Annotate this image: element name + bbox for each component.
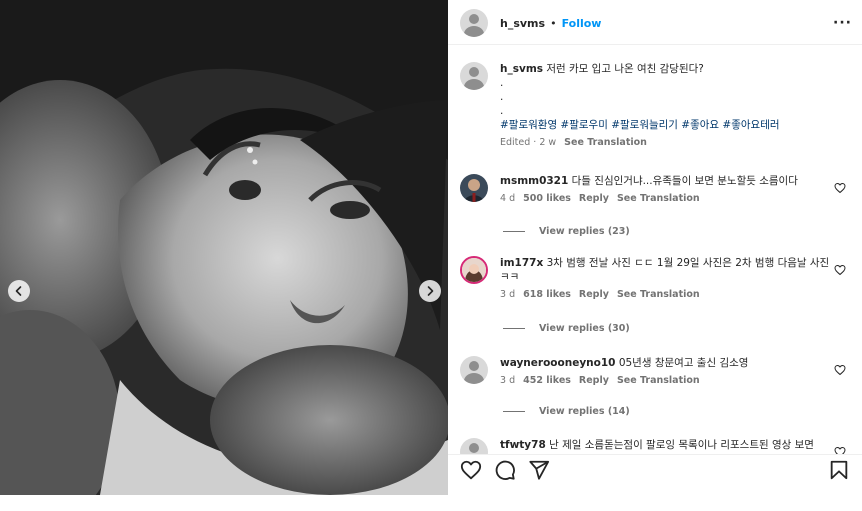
heart-icon[interactable] <box>834 364 846 376</box>
comment-text: 난 제일 소름돋는점이 팔로잉 목록이나 리포스트된 영상 보면 <box>549 439 814 451</box>
more-options-icon[interactable]: ··· <box>833 15 852 31</box>
post-photo[interactable] <box>0 0 448 495</box>
comment-username[interactable]: msmm0321 <box>500 175 568 187</box>
comment-avatar[interactable] <box>460 438 488 454</box>
view-replies-label: View replies (23) <box>539 226 630 237</box>
actions-divider <box>448 454 862 455</box>
comment-see-translation[interactable]: See Translation <box>617 192 700 206</box>
view-replies-button[interactable]: View replies (30) <box>503 323 630 334</box>
chevron-left-icon <box>15 286 22 296</box>
comment-icon[interactable] <box>494 459 516 481</box>
heart-icon[interactable] <box>834 182 846 194</box>
photo-image <box>0 0 448 495</box>
comment-time: 3 d <box>500 375 516 386</box>
view-replies-label: View replies (30) <box>539 323 630 334</box>
comment-see-translation[interactable]: See Translation <box>617 374 700 388</box>
caption-hashtags[interactable]: #팔로워환영 #팔로우미 #팔로워늘리기 #좋아요 #좋아요테러 <box>500 118 830 132</box>
caption-avatar[interactable] <box>460 62 488 90</box>
comment-username[interactable]: tfwty78 <box>500 439 546 451</box>
replies-line <box>503 231 525 232</box>
send-icon[interactable] <box>528 459 550 481</box>
comment-likes[interactable]: 500 likes <box>523 192 571 206</box>
heart-icon[interactable] <box>834 446 846 454</box>
comment-reply-button[interactable]: Reply <box>579 192 609 206</box>
comment-username[interactable]: wayneroooneyno10 <box>500 357 615 369</box>
follow-button[interactable]: Follow <box>562 17 602 30</box>
comment-item: tfwty78 난 제일 소름돋는점이 팔로잉 목록이나 리포스트된 영상 보면 <box>460 438 852 454</box>
header-separator: • <box>550 16 557 30</box>
comment-text: 3차 범행 전날 사진 ㄷㄷ 1월 29일 사진은 2차 범행 다음날 사진 ㅋ… <box>500 257 830 283</box>
comment-item: msmm0321 다들 진심인거냐...유족들이 보면 분노할듯 소름이다 4 … <box>460 174 852 206</box>
comment-time: 3 d <box>500 289 516 300</box>
comment-clip: tfwty78 난 제일 소름돋는점이 팔로잉 목록이나 리포스트된 영상 보면 <box>448 434 862 454</box>
comment-see-translation[interactable]: See Translation <box>617 288 700 302</box>
post-side-panel: h_svms • Follow ··· h_svms 저런 카모 입고 나온 여… <box>448 0 862 511</box>
heart-icon[interactable] <box>834 264 846 276</box>
comment-reply-button[interactable]: Reply <box>579 288 609 302</box>
comment-item: im177x 3차 범행 전날 사진 ㄷㄷ 1월 29일 사진은 2차 범행 다… <box>460 256 852 302</box>
author-avatar[interactable] <box>460 9 488 37</box>
comment-text: 05년생 창문여고 출신 김소영 <box>618 357 749 369</box>
carousel-next-button[interactable] <box>419 280 441 302</box>
author-username[interactable]: h_svms <box>500 17 545 30</box>
view-replies-label: View replies (14) <box>539 406 630 417</box>
comment-avatar[interactable] <box>460 174 488 202</box>
caption: h_svms 저런 카모 입고 나온 여친 감당된다? . . . #팔로워환영… <box>460 62 852 150</box>
caption-edited: Edited · 2 w <box>500 137 557 148</box>
caption-see-translation[interactable]: See Translation <box>564 136 647 150</box>
carousel-prev-button[interactable] <box>8 280 30 302</box>
comment-avatar[interactable] <box>460 256 488 284</box>
comment-username[interactable]: im177x <box>500 257 543 269</box>
post-header: h_svms • Follow ··· <box>460 8 852 38</box>
view-replies-button[interactable]: View replies (14) <box>503 406 630 417</box>
caption-username[interactable]: h_svms <box>500 63 543 75</box>
comment-text: 다들 진심인거냐...유족들이 보면 분노할듯 소름이다 <box>571 175 798 187</box>
replies-line <box>503 411 525 412</box>
caption-line: . <box>500 91 504 103</box>
caption-line: . <box>500 77 504 89</box>
comment-reply-button[interactable]: Reply <box>579 374 609 388</box>
heart-icon[interactable] <box>460 459 482 481</box>
comment-time: 4 d <box>500 193 516 204</box>
caption-text: 저런 카모 입고 나온 여친 감당된다? <box>546 63 704 75</box>
header-divider <box>448 44 862 45</box>
comment-item: wayneroooneyno10 05년생 창문여고 출신 김소영 3 d 45… <box>460 356 852 388</box>
comment-likes[interactable]: 618 likes <box>523 288 571 302</box>
bookmark-icon[interactable] <box>828 459 850 481</box>
chevron-right-icon <box>427 286 434 296</box>
caption-line: . <box>500 105 504 117</box>
replies-line <box>503 328 525 329</box>
action-bar <box>448 459 862 489</box>
comment-likes[interactable]: 452 likes <box>523 374 571 388</box>
view-replies-button[interactable]: View replies (23) <box>503 226 630 237</box>
comment-avatar[interactable] <box>460 356 488 384</box>
